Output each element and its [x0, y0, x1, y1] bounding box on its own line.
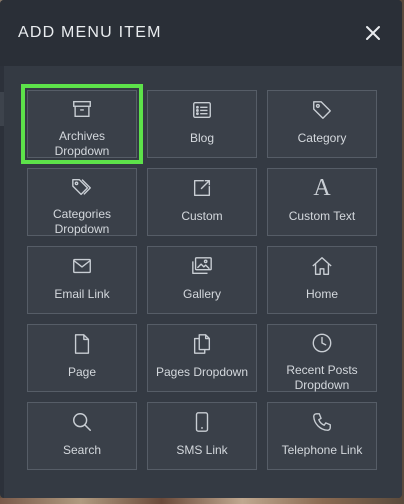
background-photo-strip: [0, 498, 404, 504]
tag-icon: [310, 98, 334, 122]
copy-files-icon: [190, 332, 214, 356]
add-menu-item-modal: ADD MENU ITEM Archives Dropdown Blog Cat…: [0, 0, 402, 498]
menu-item-grid: Archives Dropdown Blog Category Categori…: [21, 84, 377, 470]
menu-item-custom[interactable]: Custom: [147, 168, 257, 236]
modal-header: ADD MENU ITEM: [0, 0, 402, 66]
letter-a-icon: A: [313, 175, 331, 201]
menu-item-gallery[interactable]: Gallery: [147, 246, 257, 314]
menu-item-archives-dropdown[interactable]: Archives Dropdown: [21, 84, 143, 164]
images-icon: [190, 254, 214, 278]
menu-item-sms-link[interactable]: SMS Link: [147, 402, 257, 470]
menu-item-label: Blog: [189, 131, 215, 145]
menu-item-telephone-link[interactable]: Telephone Link: [267, 402, 377, 470]
menu-item-label: Page: [67, 365, 97, 379]
menu-item-label: Pages Dropdown: [155, 365, 249, 379]
menu-item-email-link[interactable]: Email Link: [27, 246, 137, 314]
menu-item-search[interactable]: Search: [27, 402, 137, 470]
panel-edge-handle: [0, 92, 4, 126]
mobile-phone-icon: [190, 410, 214, 434]
menu-item-label: SMS Link: [176, 443, 228, 457]
house-icon: [310, 254, 334, 278]
menu-item-label: Telephone Link: [281, 443, 363, 457]
menu-item-category[interactable]: Category: [267, 90, 377, 158]
menu-item-label: Custom Text: [288, 209, 356, 223]
modal-title: ADD MENU ITEM: [18, 24, 162, 41]
menu-item-label: Home: [305, 287, 338, 301]
tags-icon: [70, 176, 94, 198]
menu-item-label: Email Link: [54, 287, 110, 301]
search-icon: [70, 410, 94, 434]
clock-icon: [310, 332, 334, 354]
menu-item-label: Search: [62, 443, 102, 457]
blog-list-icon: [190, 98, 214, 122]
menu-item-label: Archives Dropdown: [54, 129, 110, 158]
close-button[interactable]: [362, 22, 384, 44]
menu-item-label: Categories Dropdown: [52, 207, 112, 236]
close-icon: [366, 26, 380, 40]
envelope-icon: [70, 254, 94, 278]
menu-item-label: Category: [297, 131, 347, 145]
archive-box-icon: [70, 98, 94, 120]
menu-item-label: Gallery: [182, 287, 221, 301]
menu-item-recent-posts-dropdown[interactable]: Recent Posts Dropdown: [267, 324, 377, 392]
menu-item-home[interactable]: Home: [267, 246, 377, 314]
menu-item-categories-dropdown[interactable]: Categories Dropdown: [27, 168, 137, 236]
menu-item-page[interactable]: Page: [27, 324, 137, 392]
menu-item-label: Custom: [181, 209, 223, 223]
menu-item-blog[interactable]: Blog: [147, 90, 257, 158]
file-icon: [70, 332, 94, 356]
external-edit-icon: [190, 176, 214, 200]
telephone-icon: [310, 410, 334, 434]
menu-item-pages-dropdown[interactable]: Pages Dropdown: [147, 324, 257, 392]
menu-item-custom-text[interactable]: A Custom Text: [267, 168, 377, 236]
menu-item-label: Recent Posts Dropdown: [286, 363, 358, 392]
